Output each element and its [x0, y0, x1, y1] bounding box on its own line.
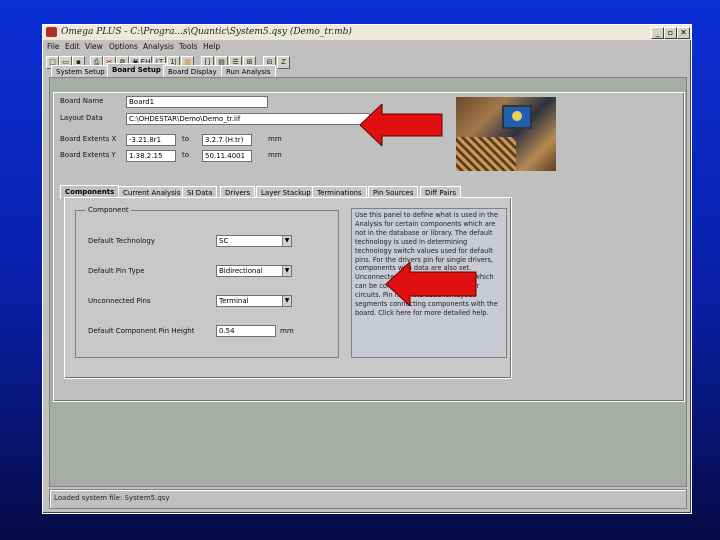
menu-bar: File Edit View Options Analysis Tools He… [43, 41, 691, 53]
app-window: Omega PLUS - C:\Progra...s\Quantic\Syste… [42, 24, 692, 514]
layout-data-label: Layout Data [60, 114, 103, 122]
board-extents-x-label: Board Extents X [60, 135, 117, 143]
menu-tools[interactable]: Tools [179, 42, 197, 51]
menu-view[interactable]: View [85, 42, 103, 51]
default-pin-type-label: Default Pin Type [88, 267, 145, 275]
chevron-down-icon[interactable]: ▼ [282, 266, 291, 276]
component-group: Component Default Technology SC ▼ Defaul… [75, 206, 339, 358]
red-arrow-icon [360, 104, 443, 146]
menu-edit[interactable]: Edit [65, 42, 80, 51]
board-name-field[interactable]: Board1 [126, 96, 268, 108]
extents-x-unit: mm [268, 135, 282, 143]
default-technology-value: SC [219, 237, 229, 245]
unconnected-pins-value: Terminal [219, 297, 249, 305]
app-icon [46, 27, 57, 37]
tab-board-setup[interactable]: Board Setup [107, 63, 166, 78]
unconnected-pins-select[interactable]: Terminal ▼ [216, 295, 292, 307]
window-title: Omega PLUS - C:\Progra...s\Quantic\Syste… [61, 27, 352, 37]
default-pin-height-field[interactable]: 0.54 [216, 325, 276, 337]
pin-height-unit: mm [280, 327, 294, 335]
title-bar: Omega PLUS - C:\Progra...s\Quantic\Syste… [43, 25, 691, 40]
default-pin-type-value: Bidirectional [219, 267, 263, 275]
extents-x-to-field[interactable]: 3.2.7.(H.tr) [202, 134, 252, 146]
status-text: Loaded system file: System5.qsy [54, 494, 170, 502]
menu-help[interactable]: Help [203, 42, 220, 51]
default-technology-select[interactable]: SC ▼ [216, 235, 292, 247]
menu-analysis[interactable]: Analysis [143, 42, 174, 51]
extents-y-from-field[interactable]: 1.38.2.15 [126, 150, 176, 162]
extents-y-to-field[interactable]: 50.11.4001 [202, 150, 252, 162]
default-pin-height-label: Default Component Pin Height [88, 327, 195, 335]
red-arrow-icon [386, 262, 477, 306]
minimize-button[interactable]: _ [651, 27, 664, 39]
menu-file[interactable]: File [47, 42, 60, 51]
extents-y-unit: mm [268, 151, 282, 159]
unconnected-pins-label: Unconnected Pins [88, 297, 151, 305]
board-extents-y-label: Board Extents Y [60, 151, 116, 159]
chevron-down-icon[interactable]: ▼ [282, 296, 291, 306]
chevron-down-icon[interactable]: ▼ [282, 236, 291, 246]
default-technology-label: Default Technology [88, 237, 156, 245]
component-group-title: Component [86, 206, 131, 214]
extents-x-from-field[interactable]: -3.21.8r1 [126, 134, 176, 146]
status-bar: Loaded system file: System5.qsy [49, 489, 687, 509]
menu-options[interactable]: Options [109, 42, 138, 51]
circuit-board-image [456, 137, 516, 171]
text-icon[interactable]: Z [277, 56, 290, 69]
engineer-photo [456, 97, 556, 171]
layout-data-field[interactable]: C:\OHDESTAR\Demo\Demo_tr.lif [126, 113, 370, 125]
close-button[interactable]: ✕ [677, 27, 690, 39]
extents-x-to-label: to [182, 135, 190, 143]
maximize-button[interactable]: ▫ [664, 27, 677, 39]
board-name-label: Board Name [60, 97, 104, 105]
default-pin-type-select[interactable]: Bidirectional ▼ [216, 265, 292, 277]
extents-y-to-label: to [182, 151, 190, 159]
monitor-image [502, 105, 532, 129]
